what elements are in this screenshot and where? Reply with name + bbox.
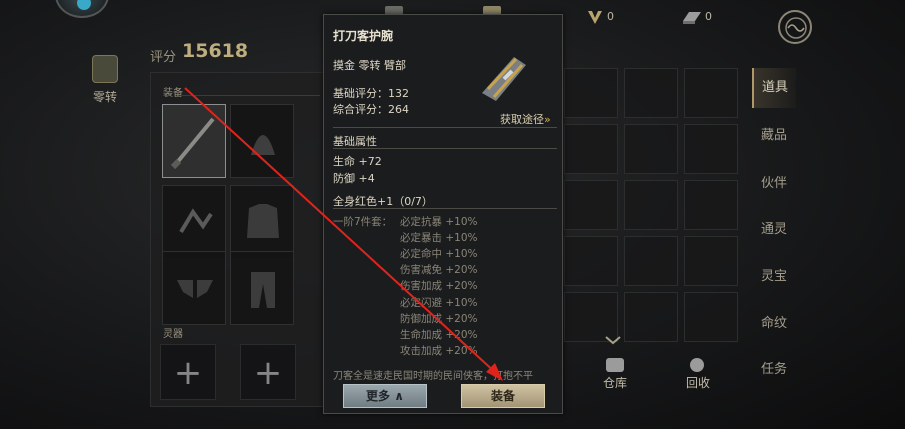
score-label: 评分 <box>150 50 177 65</box>
ingot-icon <box>681 9 701 25</box>
ingot-count: 0 <box>705 10 712 23</box>
warehouse-button[interactable]: 仓库 <box>603 374 627 391</box>
inventory-grid <box>556 64 746 364</box>
equip-slot-legs[interactable] <box>230 251 294 325</box>
inventory-slot[interactable] <box>624 68 678 118</box>
set-bonus: 必定闪避 +10% <box>400 297 478 309</box>
recycle-button[interactable]: 回收 <box>686 374 710 391</box>
set-bonus: 攻击加成 +20% <box>400 345 478 357</box>
equip-section-label: 装备 <box>163 88 183 99</box>
pauldron-icon <box>177 280 213 298</box>
helmet-icon <box>251 135 275 155</box>
set-prefix: 一阶7件套： <box>333 216 393 228</box>
set-bonus: 生命加成 +20% <box>400 329 478 341</box>
inventory-slot[interactable] <box>684 124 738 174</box>
set-bonus: 防御加成 +20% <box>400 313 478 325</box>
attr-header: 基础属性 <box>333 135 377 148</box>
inventory-slot[interactable] <box>624 124 678 174</box>
total-score: 综合评分：264 <box>333 103 409 116</box>
tab-items[interactable]: 道具 <box>752 68 796 108</box>
spirit-slot-2[interactable]: + <box>240 344 296 400</box>
inventory-slot[interactable] <box>684 68 738 118</box>
inventory-slot[interactable] <box>564 180 618 230</box>
source-link[interactable]: 获取途径» <box>500 111 551 127</box>
plus-icon: + <box>173 353 203 393</box>
inventory-slot[interactable] <box>684 180 738 230</box>
shirt-icon <box>247 204 279 238</box>
set-bonus: 必定暴击 +10% <box>400 232 478 244</box>
spirit-slot-1[interactable]: + <box>160 344 216 400</box>
set-bonus: 伤害加成 +20% <box>400 280 478 292</box>
settings-gear-icon <box>77 0 91 10</box>
reincarnation-icon[interactable] <box>92 55 118 83</box>
equip-slot-emblem[interactable] <box>162 185 226 259</box>
equip-slot-weapon[interactable] <box>162 104 226 178</box>
tab-fate-pattern[interactable]: 命纹 <box>752 304 796 344</box>
section-divider <box>180 95 320 96</box>
inventory-slot[interactable] <box>564 124 618 174</box>
divider <box>333 148 557 149</box>
inventory-slot[interactable] <box>564 236 618 286</box>
sword-icon <box>170 117 215 170</box>
tab-collection[interactable]: 藏品 <box>752 116 796 156</box>
compass-emblem-icon[interactable] <box>778 10 812 44</box>
warehouse-icon <box>606 358 624 372</box>
attr-def: 防御 +4 <box>333 172 375 185</box>
set-bonus: 必定命中 +10% <box>400 248 478 260</box>
base-score: 基础评分：132 <box>333 87 409 100</box>
plus-icon: + <box>253 353 283 393</box>
inventory-slot[interactable] <box>564 68 618 118</box>
tab-tasks[interactable]: 任务 <box>752 350 796 390</box>
item-tags: 摸金 零转 臂部 <box>333 59 406 72</box>
tab-spirit[interactable]: 通灵 <box>752 210 796 250</box>
rune-icon <box>179 208 213 234</box>
chevron-up-icon: ∧ <box>394 389 404 403</box>
inventory-slot[interactable] <box>624 292 678 342</box>
equip-slot-head[interactable] <box>230 104 294 178</box>
attr-hp: 生命 +72 <box>333 155 382 168</box>
inventory-slot[interactable] <box>624 180 678 230</box>
equip-button[interactable]: 装备 <box>461 384 545 408</box>
tab-partners[interactable]: 伙伴 <box>752 164 796 204</box>
reincarnation-label[interactable]: 零转 <box>93 88 117 105</box>
inventory-slot[interactable] <box>684 292 738 342</box>
set-bonus: 伤害减免 +20% <box>400 264 478 276</box>
item-tooltip: 打刀客护腕 摸金 零转 臂部 基础评分：132 综合评分：264 获取途径» 基… <box>323 14 563 414</box>
double-chevron-right-icon: » <box>544 113 551 126</box>
set-header: 全身红色+1（0/7） <box>333 195 433 208</box>
recycle-icon <box>690 358 704 372</box>
divider <box>333 208 557 209</box>
score-value: 15618 <box>182 40 249 62</box>
v-token-icon <box>586 8 604 24</box>
bracer-icon <box>474 45 532 105</box>
v-token-count: 0 <box>607 10 614 23</box>
equip-slot-shoulder[interactable] <box>162 251 226 325</box>
item-description: 刀客全是速走民国时期的民间侠客，打抱不平 <box>333 371 533 382</box>
scroll-down-chevron-icon[interactable] <box>604 330 622 349</box>
player-avatar[interactable] <box>55 0 109 18</box>
trousers-icon <box>251 272 275 308</box>
equip-slot-body[interactable] <box>230 185 294 259</box>
spirit-section-label: 灵器 <box>163 329 183 340</box>
tab-treasure[interactable]: 灵宝 <box>752 257 796 297</box>
set-bonus: 必定抗暴 +10% <box>400 216 478 228</box>
divider <box>333 127 557 128</box>
inventory-slot[interactable] <box>684 236 738 286</box>
inventory-slot[interactable] <box>624 236 678 286</box>
more-button[interactable]: 更多 ∧ <box>343 384 427 408</box>
item-name: 打刀客护腕 <box>333 29 394 43</box>
